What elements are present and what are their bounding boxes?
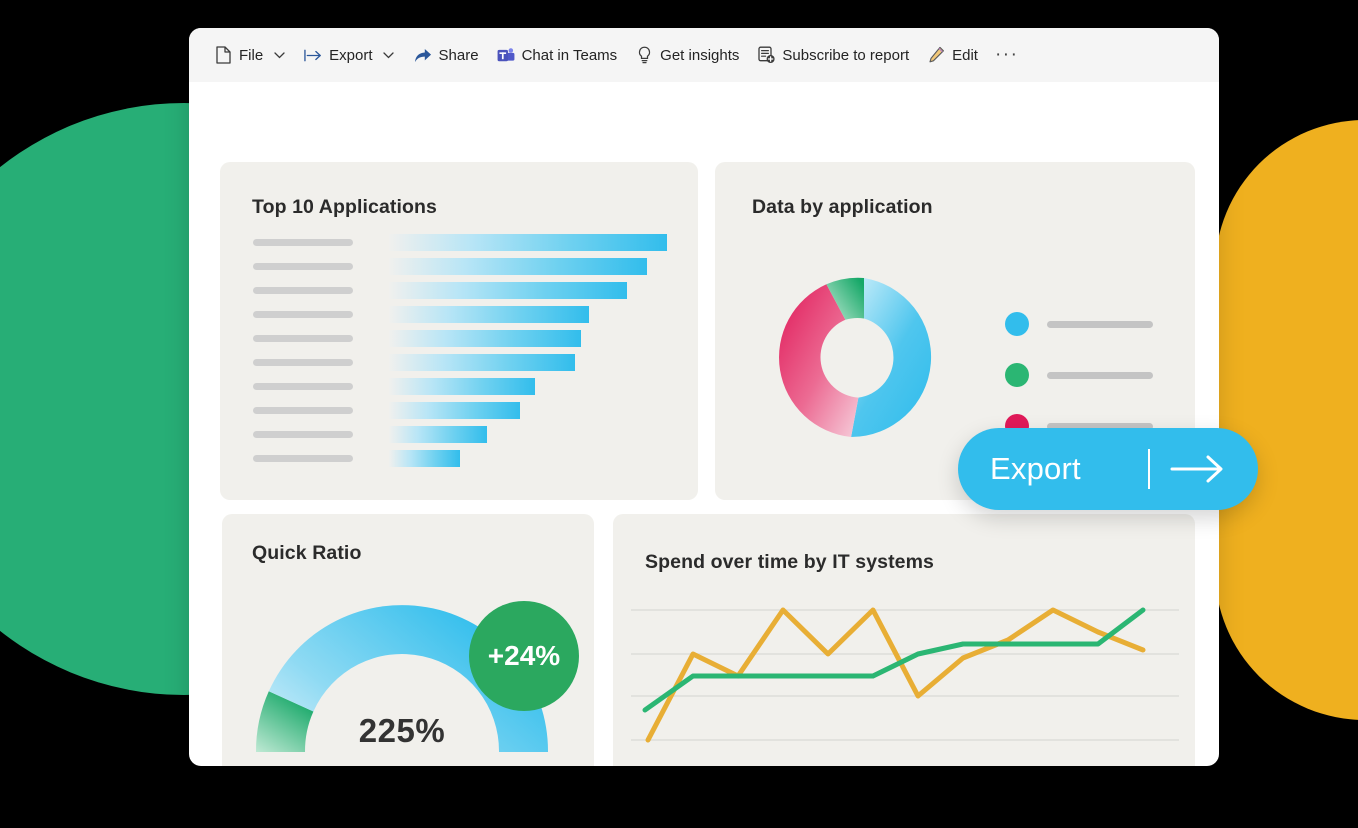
- toolbar-item-label: File: [239, 47, 263, 64]
- share-icon: [414, 46, 432, 64]
- card-top-10-applications: Top 10 Applications: [220, 162, 698, 500]
- bar[interactable]: [389, 258, 647, 275]
- toolbar-item-file[interactable]: File: [205, 41, 295, 69]
- bar[interactable]: [389, 450, 460, 467]
- export-button-label: Export: [990, 451, 1148, 487]
- card-spend-over-time: Spend over time by IT systems: [613, 514, 1195, 766]
- toolbar-item-label: Export: [329, 47, 372, 64]
- arrow-right-icon: [1170, 453, 1226, 485]
- legend-label-placeholder: [1047, 372, 1153, 379]
- card-title: Spend over time by IT systems: [645, 551, 934, 574]
- line-chart: [631, 602, 1179, 762]
- bar-label-placeholder: [253, 287, 353, 294]
- toolbar-item-edit[interactable]: Edit: [918, 41, 987, 69]
- line-series-green: [645, 610, 1143, 710]
- bar[interactable]: [389, 402, 520, 419]
- bar-label-placeholder: [253, 359, 353, 366]
- gauge-value: 225%: [242, 712, 562, 750]
- bar-label-placeholder: [253, 239, 353, 246]
- status-badge: +24%: [469, 601, 579, 711]
- card-title: Quick Ratio: [252, 542, 361, 565]
- legend-swatch-green: [1005, 363, 1029, 387]
- toolbar-item-label: Edit: [952, 47, 978, 64]
- legend-item[interactable]: [1005, 363, 1153, 387]
- toolbar-item-label: Share: [439, 47, 479, 64]
- document-icon: [214, 46, 232, 64]
- donut-legend: [1005, 312, 1153, 438]
- chevron-down-icon: [272, 48, 286, 62]
- bar-label-placeholder: [253, 455, 353, 462]
- donut-chart: [760, 254, 968, 462]
- report-window: File Export Share: [189, 28, 1219, 766]
- export-button[interactable]: Export: [958, 428, 1258, 510]
- chevron-down-icon: [382, 48, 396, 62]
- toolbar-overflow-button[interactable]: ···: [987, 42, 1026, 68]
- page-stage: File Export Share: [0, 0, 1358, 828]
- toolbar-item-export[interactable]: Export: [295, 41, 404, 69]
- subscribe-icon: [757, 46, 775, 64]
- teams-icon: [497, 46, 515, 64]
- bar-label-placeholder: [253, 383, 353, 390]
- background-yellow-shape: [1215, 120, 1358, 720]
- legend-label-placeholder: [1047, 321, 1153, 328]
- gauge-chart: 225% +24%: [242, 584, 562, 764]
- legend-item[interactable]: [1005, 312, 1153, 336]
- bar[interactable]: [389, 306, 589, 323]
- legend-swatch-blue: [1005, 312, 1029, 336]
- card-title: Top 10 Applications: [252, 196, 437, 219]
- toolbar-item-get-insights[interactable]: Get insights: [626, 41, 748, 69]
- bar[interactable]: [389, 378, 535, 395]
- lightbulb-icon: [635, 46, 653, 64]
- bar[interactable]: [389, 354, 575, 371]
- bar-label-placeholder: [253, 335, 353, 342]
- report-toolbar: File Export Share: [189, 28, 1219, 82]
- toolbar-item-label: Subscribe to report: [782, 47, 909, 64]
- bar-label-placeholder: [253, 263, 353, 270]
- bar[interactable]: [389, 282, 627, 299]
- bar[interactable]: [389, 330, 581, 347]
- bar-label-placeholder: [253, 431, 353, 438]
- bar[interactable]: [389, 426, 487, 443]
- export-icon: [304, 46, 322, 64]
- toolbar-item-subscribe-to-report[interactable]: Subscribe to report: [748, 41, 918, 69]
- bar-label-placeholder: [253, 407, 353, 414]
- toolbar-item-label: Get insights: [660, 47, 739, 64]
- toolbar-item-chat-in-teams[interactable]: Chat in Teams: [488, 41, 627, 69]
- toolbar-item-label: Chat in Teams: [522, 47, 618, 64]
- card-quick-ratio: Quick Ratio: [222, 514, 594, 766]
- pencil-icon: [927, 46, 945, 64]
- bar-label-placeholder: [253, 311, 353, 318]
- bar-chart: [253, 236, 678, 476]
- bar[interactable]: [389, 234, 667, 251]
- report-canvas: Top 10 Applications: [189, 82, 1219, 766]
- export-divider: [1148, 449, 1150, 489]
- card-title: Data by application: [752, 196, 933, 219]
- toolbar-item-share[interactable]: Share: [405, 41, 488, 69]
